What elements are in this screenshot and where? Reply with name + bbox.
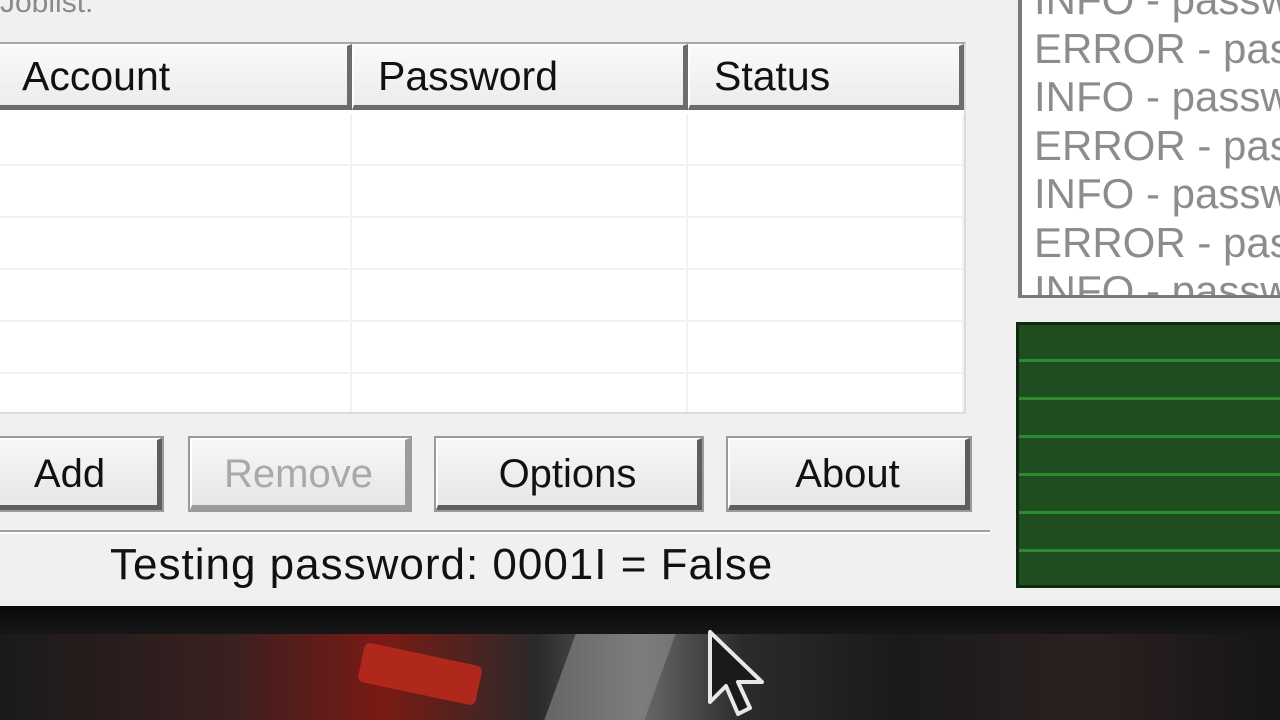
table-cell [0, 322, 352, 372]
table-header: Account Password Status [0, 44, 964, 112]
log-entry: ERROR - password [1034, 121, 1280, 169]
remove-button[interactable]: Remove [188, 436, 412, 512]
table-cell [688, 270, 964, 320]
table-row[interactable] [0, 374, 964, 412]
activity-graph [1016, 322, 1280, 588]
log-entry: INFO - password [1022, 0, 1280, 25]
table-row[interactable] [0, 218, 964, 270]
graph-gridline [1019, 549, 1280, 552]
graph-gridline [1019, 397, 1280, 400]
status-label: Testing password: 0001I = False [110, 540, 774, 589]
graph-gridline [1019, 435, 1280, 438]
table-cell [688, 374, 964, 412]
column-header-password[interactable]: Password [352, 44, 688, 110]
log-entry: ERROR - password [1034, 24, 1280, 72]
table-cell [688, 114, 964, 164]
table-row[interactable] [0, 322, 964, 374]
mouse-cursor-icon [708, 630, 764, 716]
table-cell [688, 166, 964, 216]
table-cell [0, 270, 352, 320]
column-header-status[interactable]: Status [688, 44, 964, 110]
log-entry: INFO - password [1034, 73, 1280, 120]
desktop-wallpaper [0, 634, 1280, 720]
table-cell [688, 322, 964, 372]
table-cell [352, 218, 688, 268]
table-cell [688, 218, 964, 268]
app-window: Joblist: Account Password Status Add Rem… [0, 0, 1280, 606]
table-cell [0, 374, 352, 412]
window-shadow [0, 606, 1280, 634]
table-cell [352, 270, 688, 320]
add-button[interactable]: Add [0, 436, 164, 512]
table-body [0, 114, 964, 412]
table-cell [352, 374, 688, 412]
table-cell [0, 218, 352, 268]
graph-gridline [1019, 359, 1280, 362]
wallpaper-shape [544, 634, 676, 720]
table-cell [0, 114, 352, 164]
wallpaper-shape [357, 641, 483, 707]
log-lines: INFO - password ERROR - password INFO - … [1022, 0, 1280, 298]
table-row[interactable] [0, 166, 964, 218]
joblist-label: Joblist: [0, 0, 94, 19]
table-cell [352, 166, 688, 216]
options-button[interactable]: Options [434, 436, 704, 512]
table-cell [0, 166, 352, 216]
graph-gridline [1019, 511, 1280, 514]
log-listbox[interactable]: INFO - password ERROR - password INFO - … [1018, 0, 1280, 298]
joblist-table[interactable]: Account Password Status [0, 42, 966, 414]
column-header-account[interactable]: Account [0, 44, 352, 110]
log-entry: INFO - password [1034, 267, 1280, 298]
table-cell [352, 322, 688, 372]
status-divider [0, 530, 990, 534]
log-entry: INFO - password [1034, 170, 1280, 217]
about-button[interactable]: About [726, 436, 972, 512]
table-row[interactable] [0, 270, 964, 322]
log-entry: ERROR - password [1034, 218, 1280, 266]
table-cell [352, 114, 688, 164]
table-row[interactable] [0, 114, 964, 166]
graph-gridline [1019, 473, 1280, 476]
